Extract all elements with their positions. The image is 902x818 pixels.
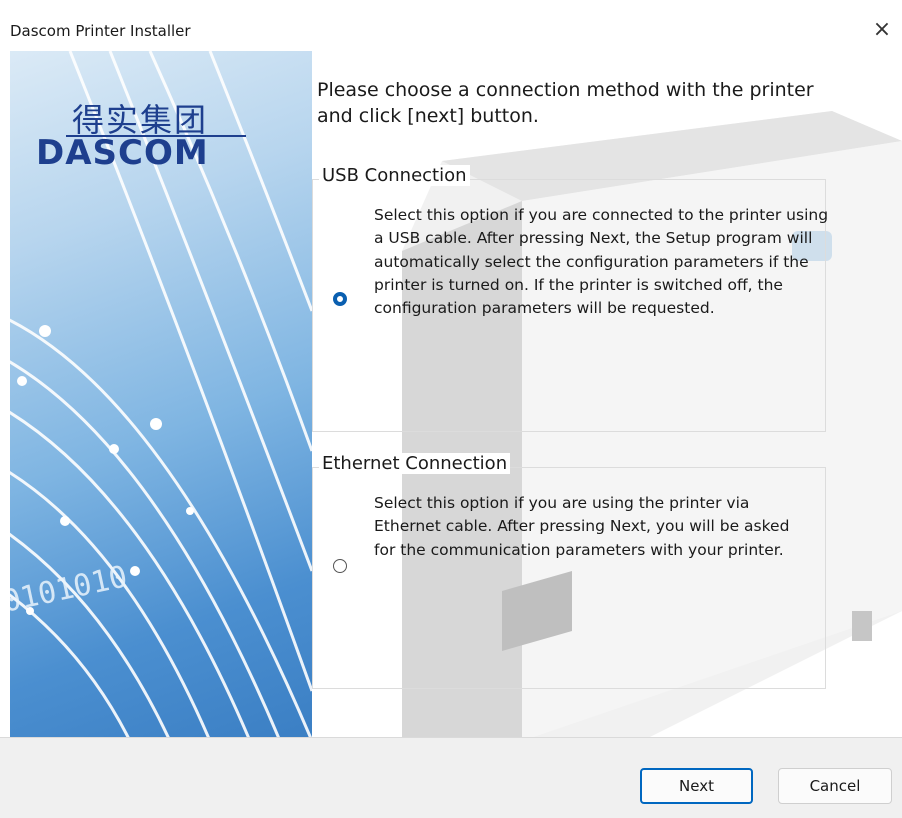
button-bar: Next Cancel <box>0 737 902 818</box>
instruction-text: Please choose a connection method with t… <box>317 79 814 127</box>
cancel-button[interactable]: Cancel <box>778 768 892 804</box>
title-bar: Dascom Printer Installer × <box>0 0 902 48</box>
logo-dascom: DASCOM <box>36 133 209 173</box>
banner-digits-text: 0101010 <box>10 559 130 620</box>
installer-window: Dascom Printer Installer × 0101010 得实集团 … <box>0 0 902 818</box>
usb-connection-description: Select this option if you are connected … <box>374 206 829 318</box>
ethernet-connection-description: Select this option if you are using the … <box>374 494 790 559</box>
ethernet-connection-label: Ethernet Connection <box>319 453 511 474</box>
close-icon[interactable]: × <box>862 14 902 46</box>
ethernet-connection-radio[interactable] <box>333 559 347 573</box>
next-button[interactable]: Next <box>640 768 753 804</box>
usb-connection-label: USB Connection <box>319 165 470 186</box>
main-content: Please choose a connection method with t… <box>312 51 902 737</box>
window-title: Dascom Printer Installer <box>10 22 191 40</box>
usb-connection-radio[interactable] <box>333 292 347 306</box>
side-banner: 0101010 得实集团 DASCOM <box>10 51 312 737</box>
